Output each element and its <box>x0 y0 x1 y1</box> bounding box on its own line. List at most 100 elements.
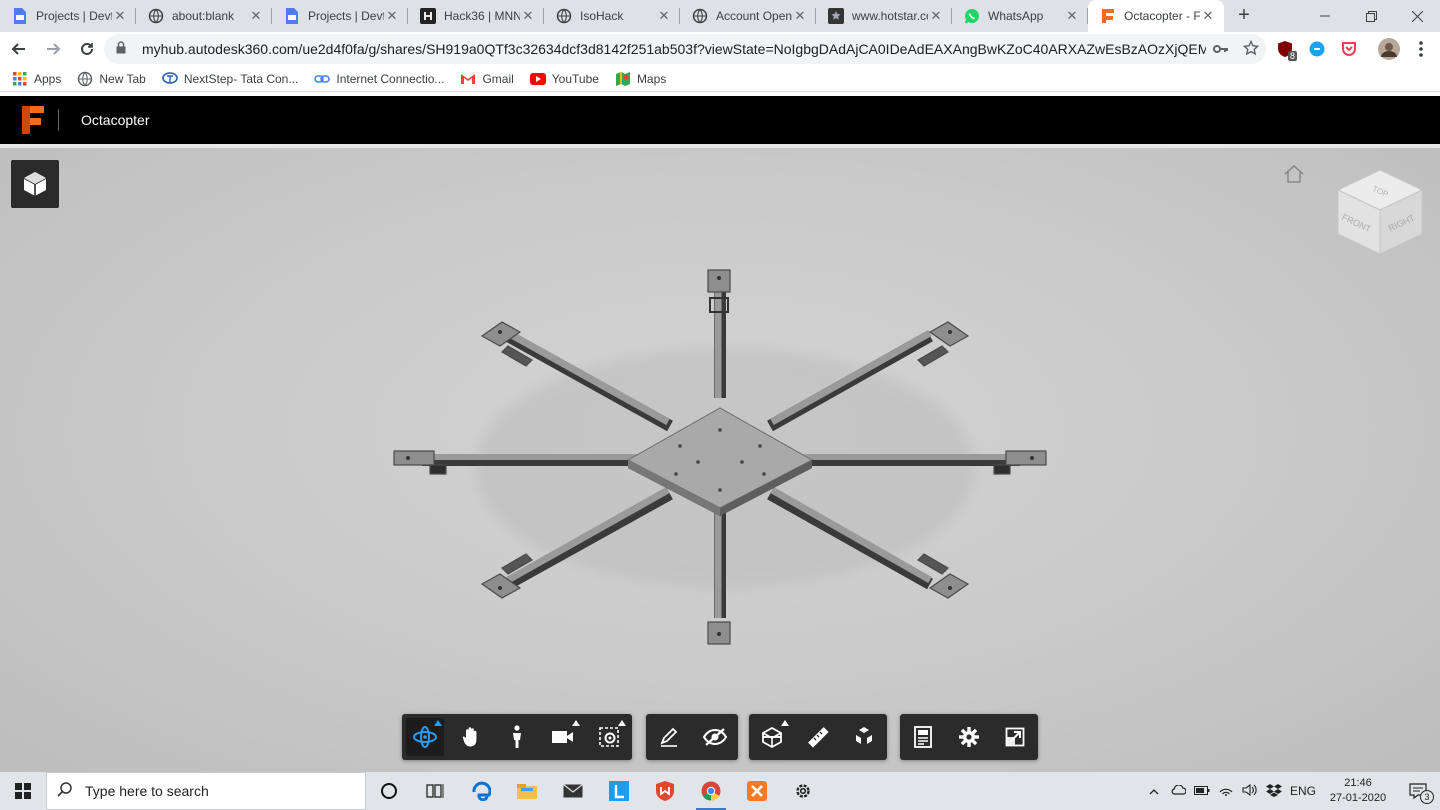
tab[interactable]: WhatsApp ✕ <box>952 0 1088 32</box>
cortana-button[interactable] <box>366 772 412 810</box>
new-tab-button[interactable]: + <box>1230 2 1258 30</box>
pan-button[interactable] <box>448 714 494 760</box>
fullscreen-button[interactable] <box>992 714 1038 760</box>
header-divider <box>58 109 59 131</box>
bookmark-item[interactable]: NextStep- Tata Con... <box>162 71 298 87</box>
tab[interactable]: IsoHack ✕ <box>544 0 680 32</box>
restore-button[interactable] <box>1348 0 1394 32</box>
close-tab-icon[interactable]: ✕ <box>112 8 128 24</box>
clock[interactable]: 21:46 27-01-2020 <box>1320 776 1396 806</box>
reload-button[interactable] <box>72 34 102 64</box>
taskbar-app-explorer[interactable] <box>504 772 550 810</box>
tab[interactable]: Hack36 | MNNI ✕ <box>408 0 544 32</box>
viewcube[interactable]: TOP FRONT RIGHT <box>1334 166 1426 262</box>
onedrive-icon[interactable] <box>1166 784 1190 798</box>
tab[interactable]: Projects | Devfo✕ <box>0 0 136 32</box>
window-controls <box>1302 0 1440 32</box>
star-bookmark-icon[interactable] <box>1236 39 1266 59</box>
back-button[interactable] <box>4 34 34 64</box>
tab[interactable]: Projects | Devfo✕ <box>272 0 408 32</box>
close-tab-icon[interactable]: ✕ <box>384 8 400 24</box>
profile-avatar[interactable] <box>1376 36 1402 62</box>
first-person-button[interactable] <box>494 714 540 760</box>
model-browser-button[interactable] <box>900 714 946 760</box>
model-button[interactable] <box>11 160 59 208</box>
taskbar-app-edge[interactable] <box>458 772 504 810</box>
markup-button[interactable] <box>646 714 692 760</box>
fullscreen-icon <box>1005 727 1025 747</box>
close-tab-icon[interactable]: ✕ <box>656 8 672 24</box>
close-tab-icon[interactable]: ✕ <box>520 8 536 24</box>
bookmark-item[interactable]: New Tab <box>77 71 146 87</box>
start-button[interactable] <box>0 772 46 810</box>
notification-center-button[interactable]: 3 <box>1396 783 1440 804</box>
taskbar-app-l[interactable] <box>596 772 642 810</box>
fit-to-view-icon <box>598 726 620 748</box>
tab[interactable]: Octacopter - Fu ✕ <box>1088 0 1224 32</box>
address-bar[interactable]: myhub.autodesk360.com/ue2d4f0fa/g/shares… <box>104 34 1266 64</box>
orbit-button[interactable] <box>402 714 448 760</box>
octacopter-model[interactable] <box>380 258 1070 658</box>
measure-icon <box>806 725 830 749</box>
hide-button[interactable] <box>692 714 738 760</box>
battery-icon[interactable] <box>1190 784 1214 798</box>
taskbar-app-chrome[interactable] <box>688 772 734 810</box>
section-button[interactable] <box>749 714 795 760</box>
key-icon[interactable] <box>1206 41 1236 57</box>
language-indicator[interactable]: ENG <box>1286 784 1320 798</box>
close-tab-icon[interactable]: ✕ <box>248 8 264 24</box>
close-tab-icon[interactable]: ✕ <box>792 8 808 24</box>
search-icon <box>57 781 73 801</box>
measure-button[interactable] <box>795 714 841 760</box>
camera-button[interactable] <box>540 714 586 760</box>
tab[interactable]: www.hotstar.co ✕ <box>816 0 952 32</box>
tab[interactable]: Account Openi ✕ <box>680 0 816 32</box>
camera-icon <box>551 729 575 745</box>
task-view-button[interactable] <box>412 772 458 810</box>
taskbar-app-mail[interactable] <box>550 772 596 810</box>
google-slides-icon <box>12 8 28 24</box>
close-tab-icon[interactable]: ✕ <box>1200 8 1216 24</box>
apps-grid-icon <box>12 71 28 87</box>
taskbar-search-box[interactable]: Type here to search <box>46 772 366 810</box>
tab[interactable]: about:blank ✕ <box>136 0 272 32</box>
more-vert-icon <box>1419 41 1423 57</box>
extension-ublock[interactable]: 8 <box>1272 36 1298 62</box>
globe-icon <box>692 8 708 24</box>
home-view-button[interactable] <box>1282 164 1306 184</box>
browser-menu-button[interactable] <box>1408 36 1434 62</box>
close-tab-icon[interactable]: ✕ <box>928 8 944 24</box>
explode-button[interactable] <box>841 714 887 760</box>
tab-title: Octacopter - Fu <box>1124 9 1200 23</box>
fit-to-view-button[interactable] <box>586 714 632 760</box>
volume-icon[interactable] <box>1238 783 1262 799</box>
bookmark-item[interactable]: Internet Connectio... <box>314 71 444 87</box>
chevron-up-icon[interactable] <box>1142 784 1166 798</box>
forward-button[interactable] <box>38 34 68 64</box>
bookmark-item[interactable]: Maps <box>615 71 666 87</box>
bookmark-label: Maps <box>636 71 667 86</box>
google-slides-icon <box>284 8 300 24</box>
taskbar-app-xampp[interactable] <box>734 772 780 810</box>
taskbar-app-settings[interactable] <box>780 772 826 810</box>
minimize-button[interactable] <box>1302 0 1348 32</box>
close-tab-icon[interactable]: ✕ <box>1064 8 1080 24</box>
bookmark-item[interactable]: Gmail <box>460 71 514 87</box>
extension-round[interactable] <box>1304 36 1330 62</box>
tab-title: IsoHack <box>580 9 624 23</box>
bookmark-item[interactable]: Apps <box>12 71 61 87</box>
bookmark-label: YouTube <box>551 71 599 86</box>
extension-pocket[interactable] <box>1336 36 1362 62</box>
section-icon <box>760 725 784 749</box>
wifi-icon[interactable] <box>1214 784 1238 799</box>
tab-title: about:blank <box>172 9 235 23</box>
dropbox-icon[interactable] <box>1262 783 1286 800</box>
model-viewer[interactable]: TOP FRONT RIGHT <box>0 144 1440 772</box>
taskbar-app-shield[interactable] <box>642 772 688 810</box>
settings-button[interactable] <box>946 714 992 760</box>
close-window-button[interactable] <box>1394 0 1440 32</box>
edge-icon <box>472 781 491 801</box>
bookmark-item[interactable]: YouTube <box>529 71 599 87</box>
gear-icon <box>796 784 810 798</box>
extension-circle-icon <box>1309 41 1325 57</box>
